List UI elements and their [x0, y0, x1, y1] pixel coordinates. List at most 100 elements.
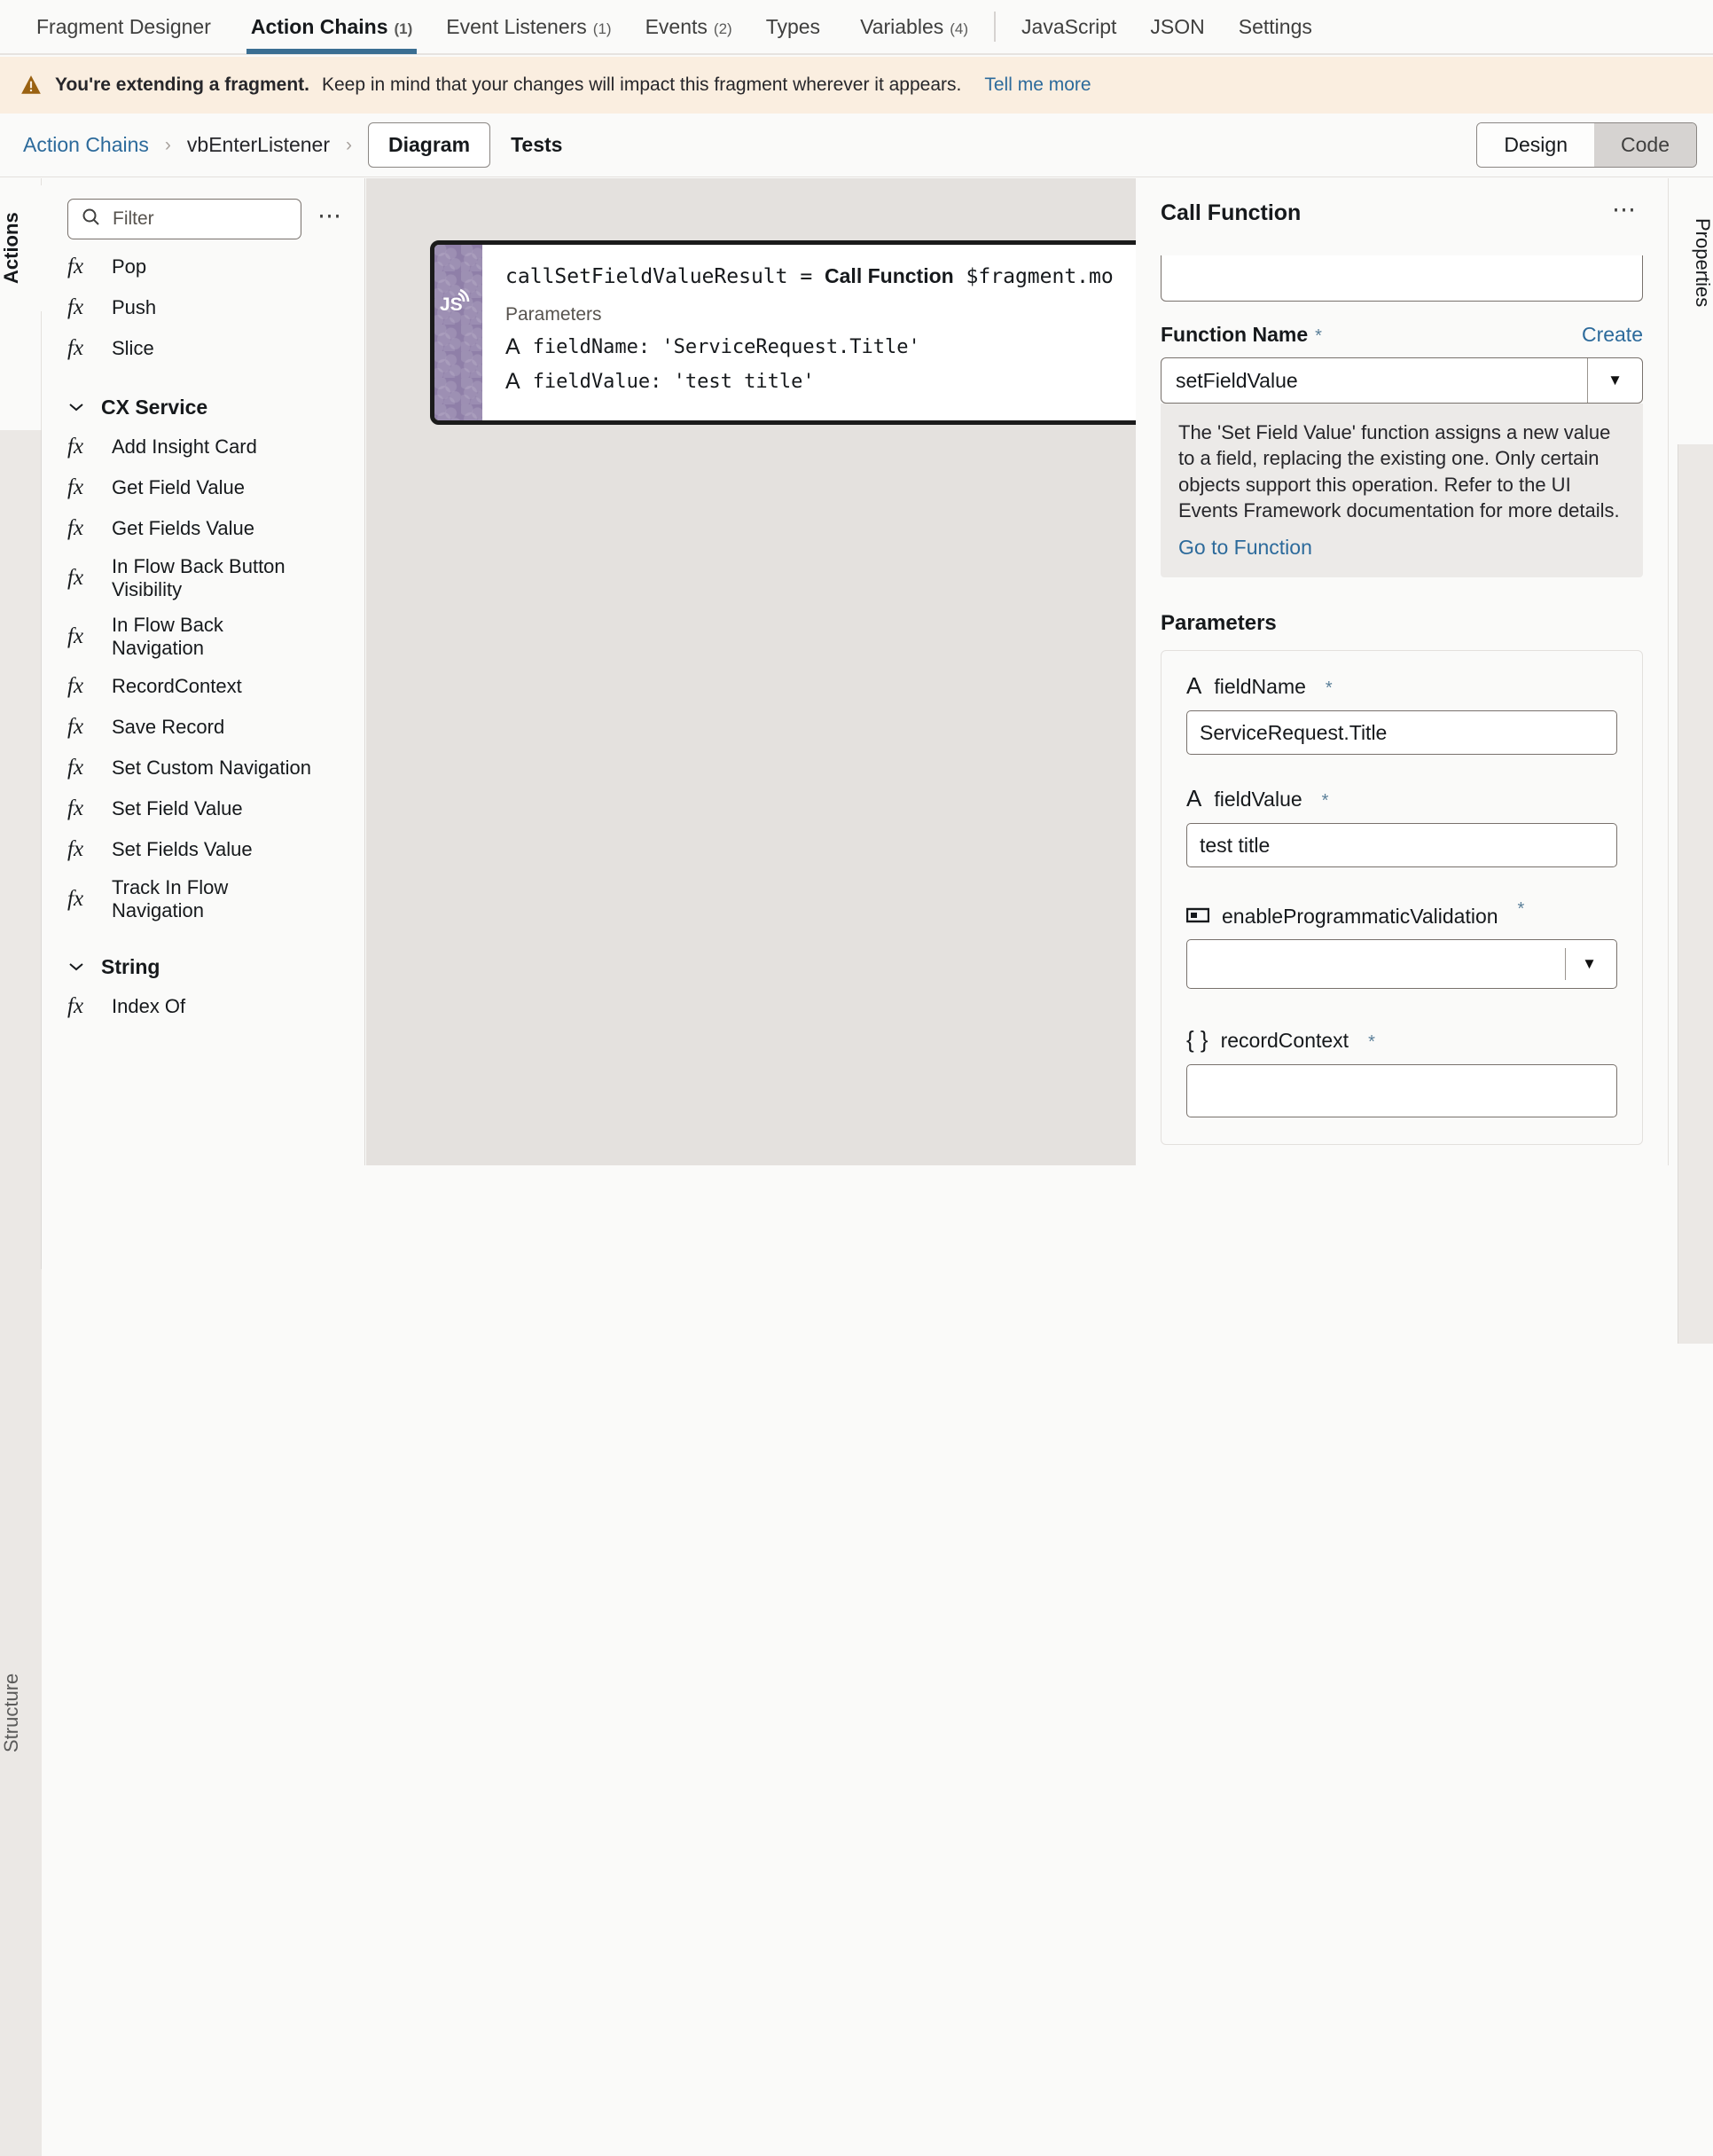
breadcrumb-action-chains[interactable]: Action Chains — [23, 133, 149, 157]
action-group-string[interactable]: String — [43, 929, 364, 986]
action-item-get-field-value[interactable]: fx Get Field Value — [43, 467, 364, 508]
properties-overflow-menu-icon[interactable]: ⋯ — [1607, 196, 1643, 231]
function-icon: fx — [67, 755, 84, 780]
function-icon: fx — [67, 336, 84, 360]
function-icon: fx — [67, 714, 84, 739]
rail-tab-structure[interactable]: Structure — [0, 1269, 42, 2156]
tab-javascript[interactable]: JavaScript — [1005, 0, 1133, 54]
action-label: Track In Flow Navigation — [112, 875, 229, 921]
action-group-cx-service[interactable]: CX Service — [43, 369, 364, 427]
action-label: Save Record — [112, 715, 225, 738]
action-label: Push — [112, 296, 157, 319]
function-icon: fx — [67, 435, 84, 459]
action-item-get-fields-value[interactable]: fx Get Fields Value — [43, 508, 364, 549]
chevron-down-icon — [67, 398, 87, 417]
action-item-slice[interactable]: fx Slice — [43, 328, 364, 369]
warning-icon — [20, 74, 43, 97]
tab-label: Types — [765, 15, 821, 38]
function-help-text: The 'Set Field Value' function assigns a… — [1178, 421, 1620, 521]
tab-event-listeners[interactable]: Event Listeners (1) — [429, 0, 628, 54]
actions-list: fx Pop fx Push fx Slice CX Service fx Ad… — [43, 239, 364, 1027]
diagram-canvas[interactable]: JS callSetFieldValueResult = Call Functi… — [366, 178, 1136, 1165]
tab-variables[interactable]: Variables (4) — [843, 0, 985, 54]
node-type-strip: JS — [434, 245, 482, 420]
function-icon: fx — [67, 623, 84, 648]
action-item-save-record[interactable]: fx Save Record — [43, 707, 364, 748]
js-icon: JS — [440, 287, 477, 323]
action-item-set-field-value[interactable]: fx Set Field Value — [43, 788, 364, 829]
tab-tests[interactable]: Tests — [490, 122, 583, 168]
action-label: Add Insight Card — [112, 435, 257, 459]
function-icon: fx — [67, 993, 84, 1018]
code-view-button[interactable]: Code — [1594, 123, 1696, 167]
required-marker: * — [1517, 899, 1525, 919]
required-marker: * — [1321, 791, 1329, 811]
function-icon: fx — [67, 796, 84, 820]
chevron-down-icon[interactable]: ▼ — [1565, 948, 1613, 980]
node-assignment: callSetFieldValueResult = — [505, 265, 825, 288]
scrolled-field-partial[interactable] — [1161, 255, 1643, 302]
tell-me-more-link[interactable]: Tell me more — [984, 74, 1091, 96]
rail-tab-actions[interactable]: Actions — [0, 185, 42, 311]
node-body: callSetFieldValueResult = Call Function … — [482, 245, 1136, 420]
filter-placeholder: Filter — [113, 208, 154, 229]
right-rail-shade — [1678, 444, 1713, 1344]
action-item-pop[interactable]: fx Pop — [43, 247, 364, 287]
action-item-set-custom-navigation[interactable]: fx Set Custom Navigation — [43, 748, 364, 788]
tab-diagram[interactable]: Diagram — [368, 122, 491, 168]
tab-label: Settings — [1238, 15, 1312, 38]
node-parameter-row: A fieldName: 'ServiceRequest.Title' — [505, 334, 1136, 360]
node-parameter-text: fieldName: 'ServiceRequest.Title' — [532, 336, 920, 358]
go-to-function-link[interactable]: Go to Function — [1178, 536, 1312, 560]
banner-bold-text: You're extending a fragment. — [55, 74, 309, 95]
rail-tab-properties[interactable]: Properties — [1669, 187, 1713, 338]
tab-count: (1) — [592, 20, 612, 37]
action-label: RecordContext — [112, 674, 242, 697]
object-type-icon: { } — [1186, 1026, 1208, 1053]
function-icon: fx — [67, 886, 84, 911]
function-name-select[interactable]: setFieldValue ▼ — [1161, 357, 1643, 404]
filter-input[interactable]: Filter — [67, 199, 301, 239]
action-item-recordcontext[interactable]: fx RecordContext — [43, 666, 364, 707]
parameter-gap — [1186, 867, 1617, 905]
recordcontext-input[interactable] — [1186, 1064, 1617, 1117]
breadcrumb-separator-icon: › — [346, 134, 353, 155]
tab-types[interactable]: Types — [749, 0, 843, 54]
fieldname-input[interactable]: ServiceRequest.Title — [1186, 710, 1617, 755]
tab-label: Variables — [860, 15, 944, 38]
function-icon: fx — [67, 295, 84, 319]
action-label: Get Fields Value — [112, 517, 255, 540]
parameter-name: fieldValue — [1214, 788, 1302, 811]
create-function-link[interactable]: Create — [1582, 323, 1643, 347]
tab-json[interactable]: JSON — [1133, 0, 1221, 54]
call-function-node[interactable]: JS callSetFieldValueResult = Call Functi… — [430, 240, 1136, 425]
action-item-push[interactable]: fx Push — [43, 287, 364, 328]
tab-action-chains[interactable]: Action Chains (1) — [234, 0, 429, 54]
action-item-in-flow-back-button-visibility[interactable]: fx In Flow Back Button Visibility — [43, 549, 364, 608]
parameter-gap — [1186, 989, 1617, 1026]
fieldvalue-input[interactable]: test title — [1186, 823, 1617, 867]
boolean-type-icon — [1185, 907, 1210, 929]
string-type-icon: A — [1186, 785, 1202, 811]
action-item-add-insight-card[interactable]: fx Add Insight Card — [43, 427, 364, 467]
function-icon: fx — [67, 836, 84, 861]
tab-events[interactable]: Events (2) — [629, 0, 749, 54]
parameters-card: A fieldName * ServiceRequest.Title A fie… — [1161, 650, 1643, 1145]
action-item-set-fields-value[interactable]: fx Set Fields Value — [43, 829, 364, 870]
svg-text:JS: JS — [440, 294, 463, 315]
tab-settings[interactable]: Settings — [1222, 0, 1329, 54]
action-item-in-flow-back-navigation[interactable]: fx In Flow Back Navigation — [43, 608, 364, 666]
group-label: String — [101, 954, 160, 978]
tab-fragment-designer[interactable]: Fragment Designer — [20, 0, 234, 54]
design-view-button[interactable]: Design — [1477, 123, 1595, 167]
tab-label: Action Chains — [250, 15, 388, 38]
action-item-track-in-flow-navigation[interactable]: fx Track In Flow Navigation — [43, 870, 364, 929]
actions-overflow-menu-icon[interactable]: ⋯ — [312, 202, 348, 237]
enableprogrammaticvalidation-select[interactable]: ▼ — [1186, 939, 1617, 989]
parameter-name: recordContext — [1220, 1029, 1349, 1052]
action-item-index-of[interactable]: fx Index Of — [43, 986, 364, 1027]
function-name-value: setFieldValue — [1176, 368, 1298, 392]
chevron-down-icon[interactable]: ▼ — [1587, 358, 1642, 403]
string-type-icon: A — [1186, 672, 1202, 699]
right-rail: Properties — [1668, 178, 1713, 1344]
